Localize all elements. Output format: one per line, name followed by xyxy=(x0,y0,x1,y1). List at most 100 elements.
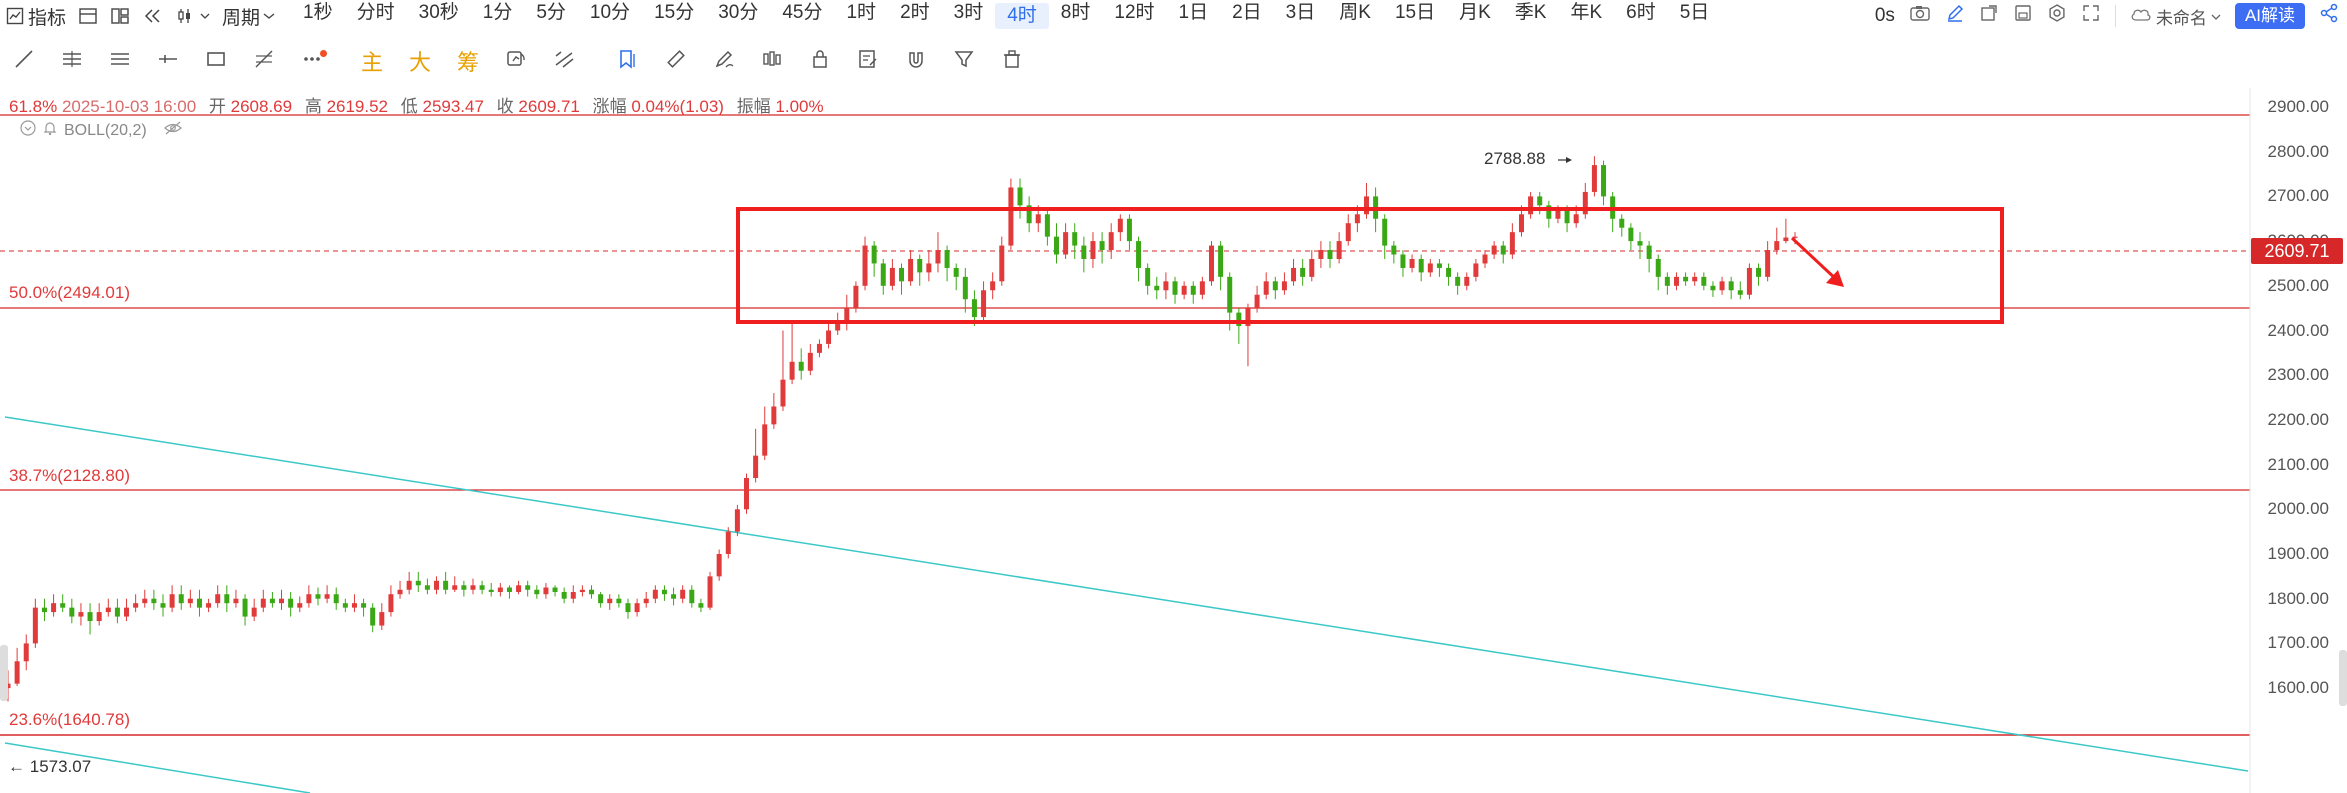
change-label: 涨幅 xyxy=(592,97,627,116)
candle-body xyxy=(69,607,75,617)
left-scroll-handle[interactable] xyxy=(0,645,8,701)
change-value: 0.04%(1.03) xyxy=(631,97,724,116)
candle-body xyxy=(844,308,850,322)
candle-body xyxy=(1719,281,1725,291)
candle-body xyxy=(406,580,412,590)
candle-body xyxy=(1455,276,1461,286)
candle-body xyxy=(1199,281,1205,295)
candle-body xyxy=(324,594,330,599)
candle-body xyxy=(215,594,221,604)
candle-body xyxy=(999,245,1005,282)
eye-hidden-icon[interactable] xyxy=(163,121,183,140)
candle-body xyxy=(1509,232,1515,255)
candle-body xyxy=(1473,263,1479,277)
y-axis-label: 1600.00 xyxy=(2267,678,2329,698)
candle-body xyxy=(634,603,640,613)
candle-body xyxy=(552,587,558,592)
collapse-toggle[interactable] xyxy=(20,120,36,141)
candle-body xyxy=(1409,258,1415,268)
low-value: 2593.47 xyxy=(422,97,484,116)
low-marker-label: ← 1573.07 xyxy=(8,757,91,777)
candle-body xyxy=(1436,263,1442,268)
high-label: 高 xyxy=(304,97,322,116)
candle-body xyxy=(1555,209,1561,219)
down-arrow-line[interactable] xyxy=(1790,236,1840,283)
candle-body xyxy=(625,603,631,613)
candle-body xyxy=(1400,254,1406,268)
candle-body xyxy=(1701,276,1707,286)
y-axis-label: 2200.00 xyxy=(2267,409,2329,429)
close-value: 2609.71 xyxy=(518,97,580,116)
amplitude-value: 1.00% xyxy=(775,97,824,116)
candle-body xyxy=(962,276,968,300)
candle-body xyxy=(1628,227,1634,242)
candle-body xyxy=(652,589,658,599)
candle-body xyxy=(461,585,467,590)
candle-body xyxy=(342,603,348,608)
candle-body xyxy=(589,589,595,595)
candle-body xyxy=(853,285,859,309)
candle-body xyxy=(1601,165,1607,197)
candle-body xyxy=(1391,245,1397,255)
candle-body xyxy=(1655,258,1661,277)
y-axis-label: 1700.00 xyxy=(2267,633,2329,653)
candle-body xyxy=(1300,267,1306,277)
price-chart[interactable] xyxy=(0,0,2347,793)
candle-body xyxy=(725,531,731,554)
trend-line-upper[interactable] xyxy=(4,416,2249,772)
candle-body xyxy=(142,598,148,604)
candle-body xyxy=(87,612,93,622)
candle-body xyxy=(899,267,904,282)
boll-label[interactable]: BOLL(20,2) xyxy=(64,122,147,140)
candle-body xyxy=(415,580,421,586)
candle-body xyxy=(1500,245,1506,255)
candle-body xyxy=(297,603,303,608)
candle-body xyxy=(1363,196,1369,215)
candle-body xyxy=(1673,276,1679,286)
candle-body xyxy=(388,594,394,613)
candle-body xyxy=(187,598,193,604)
candle-body xyxy=(689,589,695,604)
bell-icon[interactable] xyxy=(42,120,58,141)
y-axis-label: 2500.00 xyxy=(2267,275,2329,295)
candle-body xyxy=(279,598,285,604)
open-value: 2608.69 xyxy=(230,97,293,116)
candle-body xyxy=(1099,241,1105,251)
candle-body xyxy=(1646,245,1652,259)
candle-body xyxy=(1591,165,1597,192)
candle-body xyxy=(124,607,130,617)
candle-body xyxy=(333,594,339,604)
candle-body xyxy=(1318,250,1324,259)
y-axis-label: 2400.00 xyxy=(2267,320,2329,340)
candle-body xyxy=(661,589,667,595)
candle-body xyxy=(990,281,996,291)
y-axis-label: 2100.00 xyxy=(2267,454,2329,474)
candle-body xyxy=(397,589,403,595)
current-price-tag: 2609.71 xyxy=(2251,238,2343,264)
candle-body xyxy=(105,607,111,613)
candle-body xyxy=(1309,258,1315,277)
candle-body xyxy=(51,603,57,613)
candle-body xyxy=(1263,281,1269,295)
candle-body xyxy=(561,591,567,599)
candle-body xyxy=(224,594,230,604)
candle-body xyxy=(23,643,29,662)
candle-body xyxy=(1382,218,1388,246)
candle-body xyxy=(1573,214,1579,224)
candle-body xyxy=(734,509,740,532)
candle-body xyxy=(1181,285,1187,295)
candle-body xyxy=(506,587,512,592)
candle-body xyxy=(1491,245,1497,255)
candle-body xyxy=(707,576,713,608)
candle-body xyxy=(260,598,266,608)
right-scroll-handle[interactable] xyxy=(2339,650,2347,706)
candle-body xyxy=(1418,258,1424,273)
left-arrow-icon: ← xyxy=(8,757,25,776)
candle-body xyxy=(616,598,622,604)
candle-body xyxy=(361,603,367,608)
candle-body xyxy=(579,589,585,592)
candle-body xyxy=(379,612,385,626)
candle-body xyxy=(169,594,175,608)
candle-body xyxy=(1728,281,1734,291)
low-label: 低 xyxy=(400,97,418,116)
